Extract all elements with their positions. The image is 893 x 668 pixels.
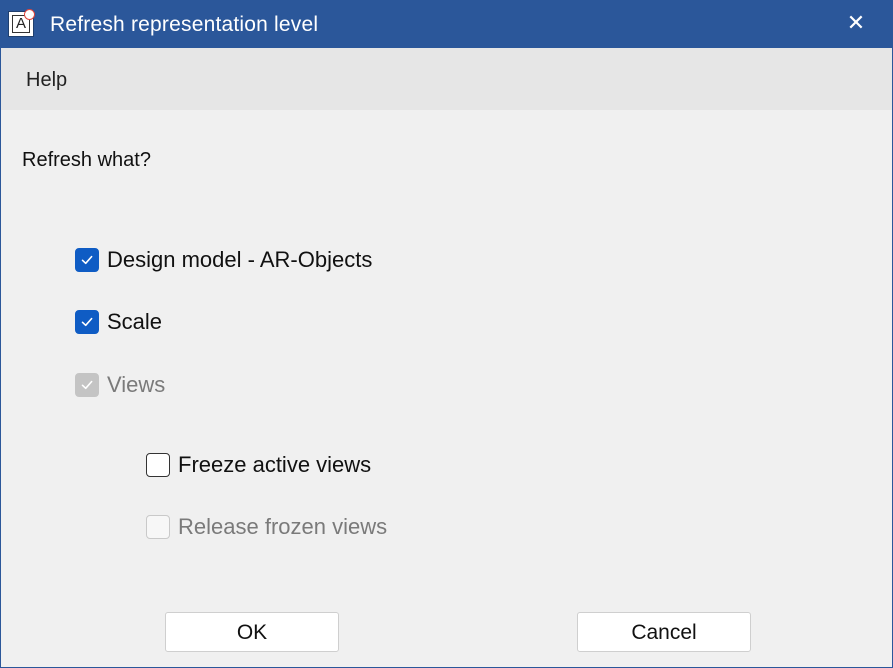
menu-bar: Help: [1, 48, 892, 110]
checkbox-label: Scale: [107, 309, 163, 334]
checkbox-design-model[interactable]: Design model - AR-Objects: [75, 245, 372, 275]
checkbox-box[interactable]: [75, 248, 99, 272]
window-title: Refresh representation level: [50, 13, 319, 36]
checkbox-label: Design model - AR-Objects: [107, 247, 373, 272]
ok-button[interactable]: OK: [165, 612, 339, 652]
checkmark-icon: [81, 317, 93, 327]
checkbox-freeze-active-views[interactable]: Freeze active views: [146, 450, 371, 480]
checkbox-box[interactable]: [75, 310, 99, 334]
checkbox-label: Views: [107, 372, 166, 397]
checkbox-label: Release frozen views: [178, 514, 388, 539]
checkmark-icon: [81, 255, 93, 265]
close-icon: ✕: [846, 10, 866, 35]
checkmark-icon: [81, 380, 93, 390]
checkbox-views: Views: [75, 370, 165, 400]
app-icon-badge: [24, 9, 35, 20]
checkbox-box[interactable]: [146, 453, 170, 477]
checkbox-release-frozen-views: Release frozen views: [146, 512, 387, 542]
dialog-window: A Refresh representation level ✕ Help Re…: [0, 0, 893, 668]
checkbox-label: Freeze active views: [178, 452, 372, 477]
cancel-button[interactable]: Cancel: [577, 612, 751, 652]
close-button[interactable]: ✕: [820, 1, 892, 48]
checkbox-scale[interactable]: Scale: [75, 307, 162, 337]
prompt-text: Refresh what?: [22, 149, 151, 171]
title-bar: A Refresh representation level ✕: [1, 1, 892, 48]
app-icon: A: [8, 9, 35, 37]
menu-item-help[interactable]: Help: [26, 69, 67, 92]
checkbox-box: [146, 515, 170, 539]
checkbox-box: [75, 373, 99, 397]
